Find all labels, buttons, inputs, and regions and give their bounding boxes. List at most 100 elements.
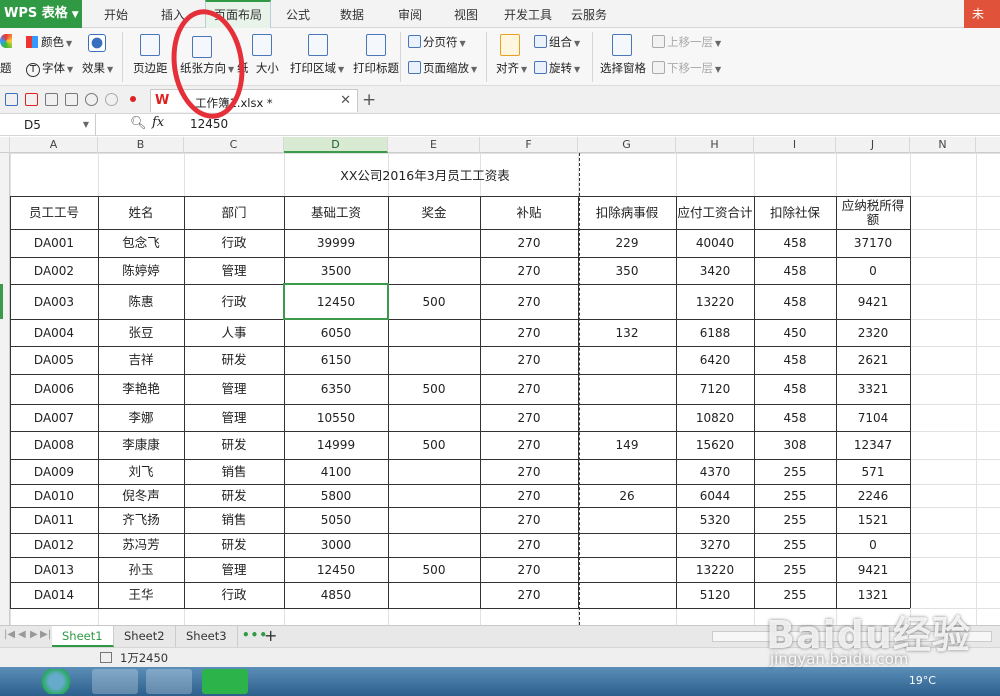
- print-area-button[interactable]: 打印区域 ▼: [290, 60, 344, 78]
- table-cell[interactable]: [578, 582, 676, 608]
- rotate-button[interactable]: 旋转 ▼: [534, 60, 580, 78]
- table-cell[interactable]: DA001: [10, 229, 98, 257]
- header-cell[interactable]: 应付工资合计: [676, 196, 754, 229]
- table-cell[interactable]: 倪冬声: [98, 484, 184, 507]
- table-cell[interactable]: 270: [480, 533, 578, 557]
- redo-icon[interactable]: [105, 93, 118, 106]
- table-cell[interactable]: 26: [578, 484, 676, 507]
- table-cell[interactable]: DA013: [10, 557, 98, 582]
- table-cell[interactable]: 1521: [836, 507, 910, 533]
- select-pane-button[interactable]: 选择窗格: [600, 60, 646, 76]
- pdf-icon[interactable]: [25, 93, 38, 106]
- tab-data[interactable]: 数据: [340, 0, 364, 28]
- table-cell[interactable]: 4100: [284, 459, 388, 484]
- column-header-a[interactable]: A: [10, 137, 98, 153]
- table-cell[interactable]: DA012: [10, 533, 98, 557]
- theme-button[interactable]: 题: [0, 60, 12, 76]
- folder-icon[interactable]: [92, 669, 138, 694]
- column-header-f[interactable]: F: [480, 137, 578, 153]
- column-header-c[interactable]: C: [184, 137, 284, 153]
- header-cell[interactable]: 姓名: [98, 196, 184, 229]
- table-cell[interactable]: 15620: [676, 431, 754, 459]
- table-cell[interactable]: 销售: [184, 507, 284, 533]
- table-cell[interactable]: 5800: [284, 484, 388, 507]
- table-cell[interactable]: 陈婷婷: [98, 257, 184, 284]
- print-icon[interactable]: [45, 93, 58, 106]
- column-header-n[interactable]: N: [910, 137, 976, 153]
- table-cell[interactable]: 450: [754, 319, 836, 346]
- margins-button[interactable]: 页边距: [133, 60, 168, 76]
- table-cell[interactable]: 研发: [184, 533, 284, 557]
- add-sheet-button[interactable]: +: [264, 626, 277, 645]
- table-cell[interactable]: 270: [480, 459, 578, 484]
- table-cell[interactable]: 0: [836, 257, 910, 284]
- table-cell[interactable]: 6050: [284, 319, 388, 346]
- header-cell[interactable]: 扣除社保: [754, 196, 836, 229]
- account-button[interactable]: 未: [964, 0, 1000, 28]
- table-cell[interactable]: 270: [480, 284, 578, 319]
- worksheet[interactable]: XX公司2016年3月员工工资表 员工工号 姓名 部门 基础工资 奖金 补贴 扣除病事假 应付…: [10, 153, 1000, 625]
- wps-spreadsheet-icon[interactable]: [202, 669, 248, 694]
- row-header-selected[interactable]: [0, 284, 3, 319]
- table-cell[interactable]: 李康康: [98, 431, 184, 459]
- color-button[interactable]: 颜色 ▼: [26, 34, 72, 52]
- table-cell[interactable]: [578, 404, 676, 431]
- table-cell[interactable]: DA011: [10, 507, 98, 533]
- table-cell[interactable]: 5120: [676, 582, 754, 608]
- table-cell[interactable]: DA002: [10, 257, 98, 284]
- column-header-i[interactable]: I: [754, 137, 836, 153]
- table-cell[interactable]: 458: [754, 257, 836, 284]
- table-cell[interactable]: 研发: [184, 484, 284, 507]
- sheet-title[interactable]: XX公司2016年3月员工工资表: [10, 153, 910, 196]
- table-cell[interactable]: DA003: [10, 284, 98, 319]
- header-cell[interactable]: 扣除病事假: [578, 196, 676, 229]
- header-cell[interactable]: 部门: [184, 196, 284, 229]
- table-cell[interactable]: 350: [578, 257, 676, 284]
- ie-icon[interactable]: [146, 669, 192, 694]
- orientation-button[interactable]: 纸张方向 ▼: [180, 60, 234, 78]
- table-cell[interactable]: 王华: [98, 582, 184, 608]
- table-cell[interactable]: 包念飞: [98, 229, 184, 257]
- table-cell[interactable]: 研发: [184, 431, 284, 459]
- column-header-j[interactable]: J: [836, 137, 910, 153]
- table-cell[interactable]: 270: [480, 582, 578, 608]
- paper-size-button[interactable]: 纸 大小: [237, 60, 279, 76]
- name-box[interactable]: D5 ▼: [0, 114, 96, 136]
- table-cell[interactable]: 12347: [836, 431, 910, 459]
- app-menu-button[interactable]: WPS 表格 ▼: [0, 0, 82, 28]
- page-break-button[interactable]: 分页符 ▼: [408, 34, 466, 52]
- tab-review[interactable]: 审阅: [398, 0, 422, 28]
- table-cell[interactable]: 行政: [184, 229, 284, 257]
- table-cell[interactable]: DA006: [10, 374, 98, 404]
- table-cell[interactable]: 张豆: [98, 319, 184, 346]
- table-cell[interactable]: 270: [480, 404, 578, 431]
- table-cell[interactable]: 研发: [184, 346, 284, 374]
- table-cell[interactable]: 308: [754, 431, 836, 459]
- table-cell[interactable]: 458: [754, 374, 836, 404]
- table-cell[interactable]: [578, 284, 676, 319]
- header-cell[interactable]: 奖金: [388, 196, 480, 229]
- magnifier-icon[interactable]: 🔍︎: [130, 116, 147, 131]
- table-cell[interactable]: 3000: [284, 533, 388, 557]
- align-button[interactable]: 对齐 ▼: [496, 60, 527, 78]
- tab-page-layout[interactable]: 页面布局: [205, 0, 272, 28]
- table-cell[interactable]: 6150: [284, 346, 388, 374]
- table-cell[interactable]: 吉祥: [98, 346, 184, 374]
- table-cell[interactable]: DA014: [10, 582, 98, 608]
- table-cell[interactable]: 255: [754, 507, 836, 533]
- table-cell[interactable]: 5050: [284, 507, 388, 533]
- send-backward-button[interactable]: 下移一层 ▼: [652, 60, 721, 78]
- prev-sheet-icon[interactable]: ◀: [18, 629, 26, 640]
- table-cell[interactable]: 6350: [284, 374, 388, 404]
- close-icon[interactable]: ✕: [340, 93, 351, 108]
- table-cell[interactable]: 270: [480, 257, 578, 284]
- effect-icon[interactable]: [88, 34, 106, 56]
- tab-insert[interactable]: 插入: [161, 0, 185, 28]
- font-button[interactable]: T 字体 ▼: [26, 60, 73, 78]
- table-cell[interactable]: 255: [754, 557, 836, 582]
- table-cell[interactable]: 12450: [284, 557, 388, 582]
- group-button[interactable]: 组合 ▼: [534, 34, 580, 52]
- table-cell[interactable]: 37170: [836, 229, 910, 257]
- bring-forward-button[interactable]: 上移一层 ▼: [652, 34, 721, 52]
- table-cell[interactable]: DA007: [10, 404, 98, 431]
